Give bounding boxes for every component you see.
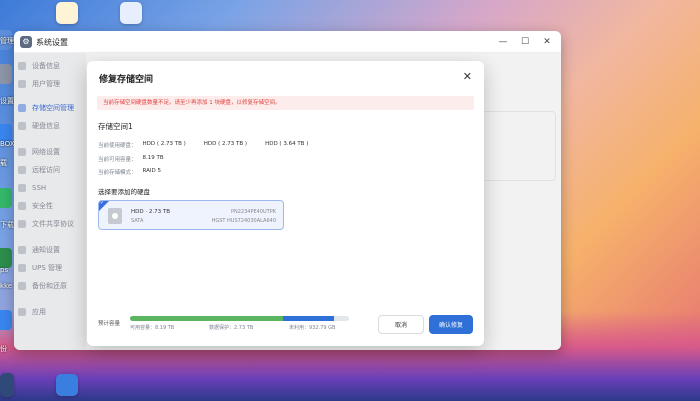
available-label: 当前可用容量：	[98, 157, 137, 163]
settings-gear-icon: ⚙	[20, 36, 32, 48]
storage-name: 存储空间1	[98, 122, 133, 131]
maximize-button[interactable]: ☐	[518, 35, 532, 49]
dock-label: 份	[0, 345, 7, 353]
select-disk-title: 选择要添加的硬盘	[98, 188, 150, 196]
hdd-icon	[108, 208, 122, 224]
mode-value: RAID 5	[142, 168, 161, 174]
repair-storage-dialog: 修复存储空间 ✕ 当前存储空间硬盘数量不足。请至少再添加 1 块硬盘，以修复存储…	[87, 61, 484, 346]
legend-unused: 未利用：932.79 GB	[289, 325, 336, 331]
confirm-repair-button[interactable]: 确认修复	[429, 315, 473, 334]
dock-app-icon[interactable]	[0, 248, 12, 268]
minimize-button[interactable]: —	[496, 35, 510, 49]
capacity-bar	[130, 316, 349, 321]
legend-available: 可用容量：8.19 TB	[130, 325, 175, 331]
available-value: 8.19 TB	[142, 155, 164, 161]
capacity-bar-used	[130, 316, 284, 321]
warning-banner: 当前存储空间硬盘数量不足。请至少再添加 1 块硬盘，以修复存储空间。	[97, 96, 474, 110]
close-icon[interactable]: ✕	[463, 70, 472, 83]
disk-serial: PN2234PE40UTPK	[230, 209, 276, 215]
close-window-button[interactable]: ✕	[540, 35, 554, 49]
window-title: 系统设置	[36, 38, 68, 47]
list-app-icon[interactable]	[120, 2, 142, 24]
check-icon: ✓	[100, 200, 105, 206]
disk-chip: HDD ( 2.73 TB )	[203, 141, 248, 147]
disk-model: HGST HUS724030ALA640	[211, 218, 276, 224]
estimate-label: 预计容量	[98, 321, 121, 327]
disk-chip: HDD ( 3.64 TB )	[265, 141, 309, 147]
dock-label: 管理	[0, 37, 14, 45]
notes-app-icon[interactable]	[56, 2, 78, 24]
window-titlebar[interactable]: ⚙ 系统设置 — ☐ ✕	[14, 31, 561, 53]
cancel-button[interactable]: 取消	[378, 315, 424, 334]
dock-label: BOX	[0, 140, 15, 148]
left-dock: 管理 设置 BOX 载 下载 ps kke 份	[0, 30, 15, 370]
disk-chip: HDD ( 2.73 TB )	[142, 141, 186, 147]
capacity-bar-protection	[283, 316, 334, 321]
files-app-icon[interactable]	[56, 374, 78, 396]
disk-option-card[interactable]: ✓ HDD · 2.73 TB SATA PN2234PE40UTPK HGST…	[98, 200, 284, 230]
dock-label: kke	[0, 282, 13, 290]
disk-name: HDD · 2.73 TB	[131, 209, 170, 215]
dock-bottom-app-icon[interactable]	[0, 373, 14, 397]
current-disks-label: 当前使用硬盘：	[98, 143, 137, 149]
dialog-title: 修复存储空间	[99, 75, 154, 85]
dock-settings-icon[interactable]	[0, 64, 12, 84]
legend-protection: 数据保护：2.73 TB	[209, 325, 254, 331]
dock-label: ps	[0, 266, 9, 274]
dock-label: 设置	[0, 97, 14, 105]
dock-backup-icon[interactable]	[0, 310, 12, 330]
dock-label: 下载	[0, 221, 14, 229]
dock-download-icon[interactable]	[0, 188, 12, 208]
mode-label: 当前存储模式：	[98, 170, 137, 176]
dock-label: 载	[0, 159, 7, 167]
disk-type: SATA	[131, 218, 144, 224]
mode-row: 当前存储模式： RAID 5	[98, 168, 179, 176]
current-disks-row: 当前使用硬盘： HDD ( 2.73 TB ) HDD ( 2.73 TB ) …	[98, 141, 326, 149]
available-row: 当前可用容量： 8.19 TB	[98, 155, 182, 163]
